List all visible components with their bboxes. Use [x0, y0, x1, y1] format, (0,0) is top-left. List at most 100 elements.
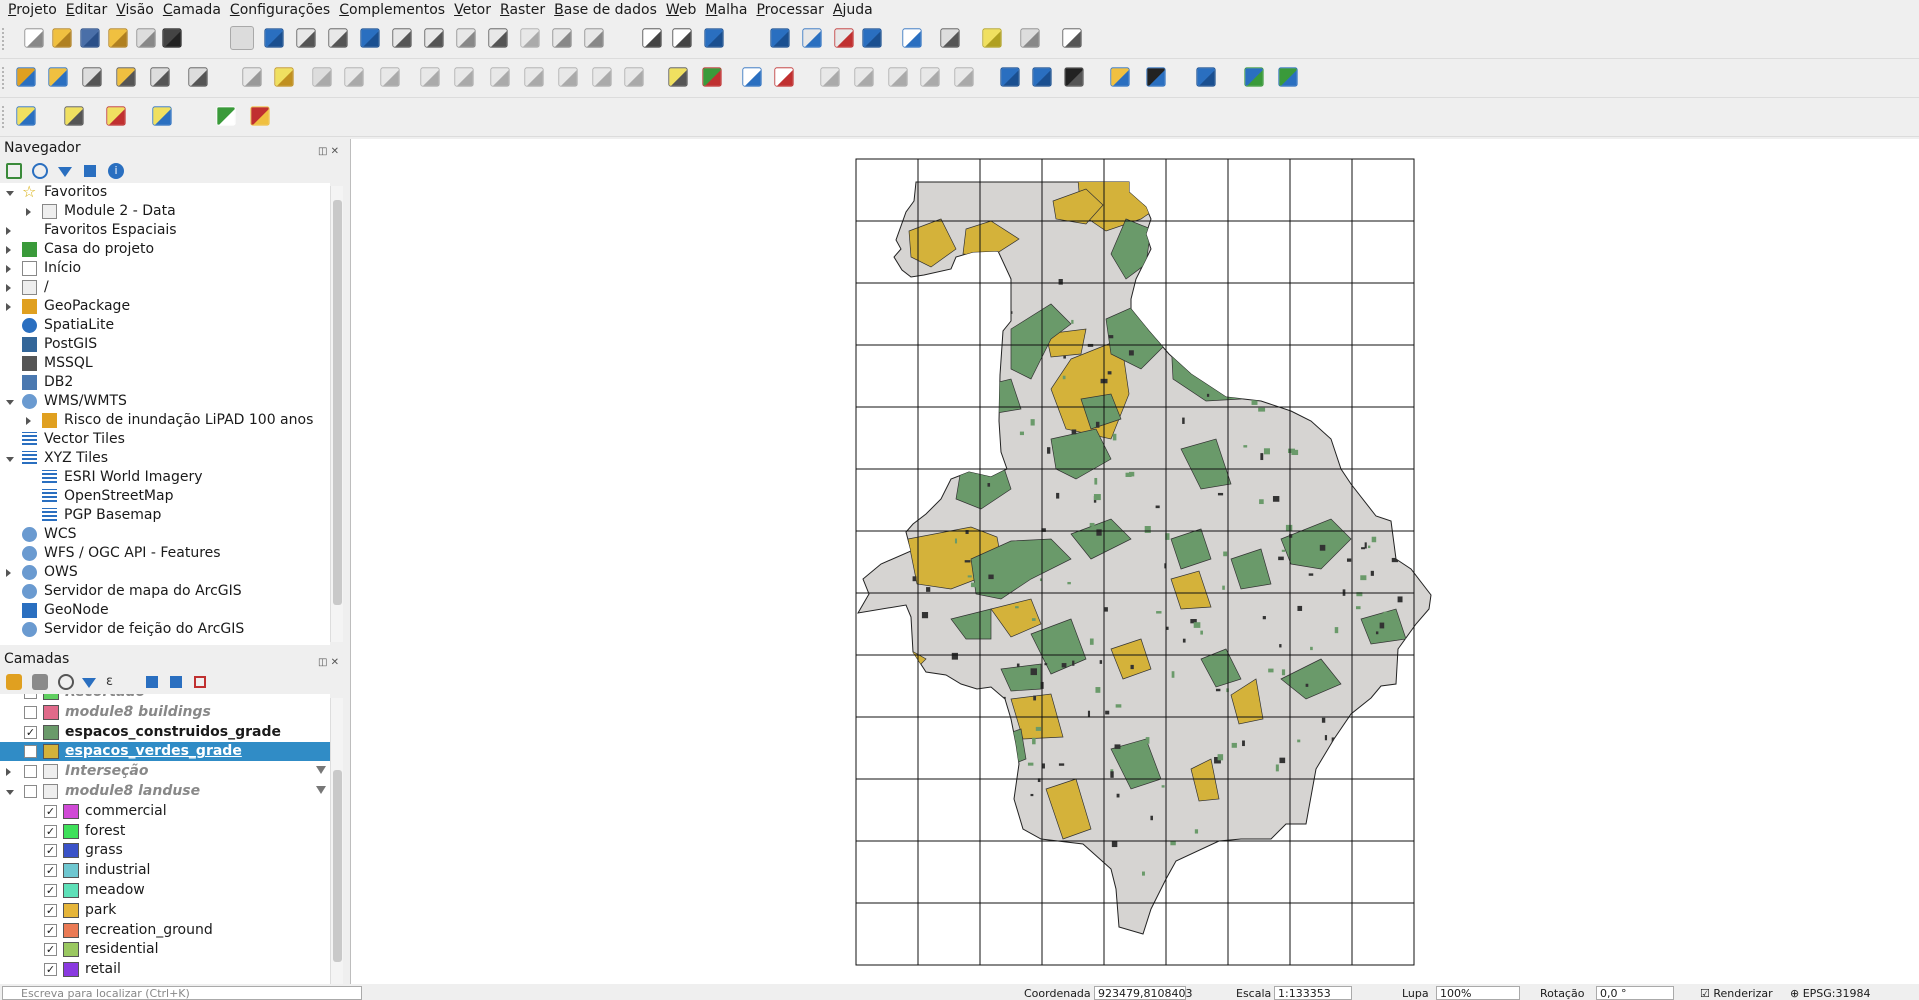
menu-vis-o[interactable]: Visão — [116, 2, 154, 18]
collapse-arrow-icon[interactable] — [6, 790, 14, 795]
menu-editar[interactable]: Editar — [66, 2, 107, 18]
menu-vetor[interactable]: Vetor — [454, 2, 491, 18]
zoom-full-icon[interactable] — [360, 28, 380, 48]
rotate-label-icon[interactable] — [888, 67, 908, 87]
zoom-last-icon[interactable] — [488, 28, 508, 48]
field-calculator-icon[interactable] — [834, 28, 854, 48]
rotation-field[interactable]: 0,0 ° — [1596, 986, 1674, 1000]
menu-processar[interactable]: Processar — [756, 2, 823, 18]
menu-camada[interactable]: Camada — [163, 2, 221, 18]
show-labels-icon[interactable] — [854, 67, 874, 87]
layer-filter-icon[interactable] — [316, 766, 326, 775]
layer-visibility-checkbox[interactable] — [24, 785, 37, 798]
georeferencer-icon[interactable] — [1244, 67, 1264, 87]
layer-item[interactable]: ✓ retail — [0, 960, 330, 979]
expand-arrow-icon[interactable] — [6, 303, 11, 311]
menu-web[interactable]: Web — [666, 2, 697, 18]
expand-all-icon[interactable] — [146, 676, 158, 688]
expand-arrow-icon[interactable] — [6, 284, 11, 292]
expand-arrow-icon[interactable] — [6, 227, 11, 235]
collapse-arrow-icon[interactable] — [6, 457, 14, 462]
layer-visibility-checkbox[interactable]: ✓ — [24, 725, 37, 739]
navigator-item[interactable]: ☆ Favoritos — [0, 183, 330, 202]
layout-manager-icon[interactable] — [162, 28, 182, 48]
refresh-map-icon[interactable] — [704, 28, 724, 48]
layer-visibility-checkbox[interactable] — [24, 694, 37, 699]
new-geopackage-icon[interactable] — [48, 67, 68, 87]
navigator-item[interactable]: GeoNode — [0, 601, 330, 620]
zoom-native-icon[interactable] — [456, 28, 476, 48]
filter-icon[interactable] — [58, 167, 72, 177]
label-abc-red-icon[interactable] — [774, 67, 794, 87]
navigator-item[interactable]: PostGIS — [0, 335, 330, 354]
statistics-icon[interactable] — [902, 28, 922, 48]
navigator-item[interactable]: GeoPackage — [0, 297, 330, 316]
layer-styling-icon[interactable] — [6, 674, 22, 690]
add-group-icon[interactable] — [32, 674, 48, 690]
zoom-layer-icon[interactable] — [424, 28, 444, 48]
layer-item[interactable]: ✓ residential — [0, 940, 330, 959]
layer-visibility-checkbox[interactable]: ✓ — [44, 923, 57, 937]
identify-icon[interactable] — [770, 28, 790, 48]
layer-visibility-checkbox[interactable]: ✓ — [44, 884, 57, 897]
help-icon[interactable] — [1196, 67, 1216, 87]
quick-tool-icon[interactable] — [250, 106, 270, 126]
navigator-item[interactable]: Module 2 - Data — [0, 202, 330, 221]
menu-ajuda[interactable]: Ajuda — [833, 2, 873, 18]
show-bookmarks-icon[interactable] — [584, 28, 604, 48]
render-checkbox[interactable]: ☑ Renderizar — [1700, 987, 1773, 1000]
navigator-item[interactable]: OWS — [0, 563, 330, 582]
add-wms-icon[interactable] — [1000, 67, 1020, 87]
layer-item[interactable]: ✓ park — [0, 901, 330, 920]
open-project-icon[interactable] — [52, 28, 72, 48]
add-selected-layers-icon[interactable] — [6, 163, 22, 179]
data-source-manager-icon[interactable] — [16, 67, 36, 87]
navigator-item[interactable]: Casa do projeto — [0, 240, 330, 259]
attribute-table-icon[interactable] — [802, 28, 822, 48]
menu-projeto[interactable]: Projeto — [8, 2, 57, 18]
map-tips-icon[interactable] — [982, 28, 1002, 48]
filter-expression-icon[interactable]: ε — [106, 674, 122, 690]
python-console-icon[interactable] — [1110, 67, 1130, 87]
locator-search-input[interactable]: Escreva para localizar (Ctrl+K) — [2, 986, 362, 1000]
layer-item[interactable]: ✓ grass — [0, 841, 330, 860]
navigator-item[interactable]: Servidor de mapa do ArcGIS — [0, 582, 330, 601]
layer-item[interactable]: Interseção — [0, 762, 330, 781]
processing-toolbox-icon[interactable] — [862, 28, 882, 48]
layer-item[interactable]: ✓ commercial — [0, 802, 330, 821]
new-bookmark-icon[interactable] — [552, 28, 572, 48]
save-edits-icon[interactable] — [312, 67, 332, 87]
digitize-icon[interactable] — [188, 67, 208, 87]
navigator-item[interactable]: ESRI World Imagery — [0, 468, 330, 487]
layer-filter-icon[interactable] — [316, 786, 326, 794]
map-canvas[interactable] — [350, 139, 1919, 984]
layer-visibility-checkbox[interactable]: ✓ — [44, 864, 57, 878]
toolbar-handle[interactable] — [2, 28, 7, 50]
copy-features-icon[interactable] — [524, 67, 544, 87]
add-wfs-icon[interactable] — [1064, 67, 1084, 87]
pan-to-selection-icon[interactable] — [264, 28, 284, 48]
navigator-item[interactable]: Vector Tiles — [0, 430, 330, 449]
layer-item[interactable]: ✓ recreation_ground — [0, 921, 330, 940]
menu-raster[interactable]: Raster — [500, 2, 545, 18]
menu-malha[interactable]: Malha — [705, 2, 747, 18]
expand-arrow-icon[interactable] — [6, 768, 11, 777]
navigator-item[interactable]: XYZ Tiles — [0, 449, 330, 468]
modify-attributes-icon[interactable] — [420, 67, 440, 87]
layer-item[interactable]: module8 buildings — [0, 703, 330, 722]
label-move-icon[interactable] — [742, 67, 762, 87]
refresh-icon[interactable] — [32, 163, 48, 179]
redo-icon[interactable] — [624, 67, 644, 87]
layer-visibility-checkbox[interactable]: ✓ — [44, 824, 57, 838]
expand-arrow-icon[interactable] — [26, 208, 31, 216]
zoom-out-icon[interactable] — [328, 28, 348, 48]
expand-arrow-icon[interactable] — [6, 246, 11, 254]
layer-item[interactable]: module8 landuse — [0, 782, 330, 801]
navigator-scrollbar[interactable] — [330, 186, 343, 642]
vertex-tool-icon[interactable] — [380, 67, 400, 87]
new-virtual-layer-icon[interactable] — [150, 67, 170, 87]
select-location-icon[interactable] — [152, 106, 172, 126]
save-as-icon[interactable] — [108, 28, 128, 48]
layer-visibility-checkbox[interactable]: ✓ — [44, 943, 57, 957]
scale-field[interactable]: 1:133353 — [1274, 986, 1352, 1000]
